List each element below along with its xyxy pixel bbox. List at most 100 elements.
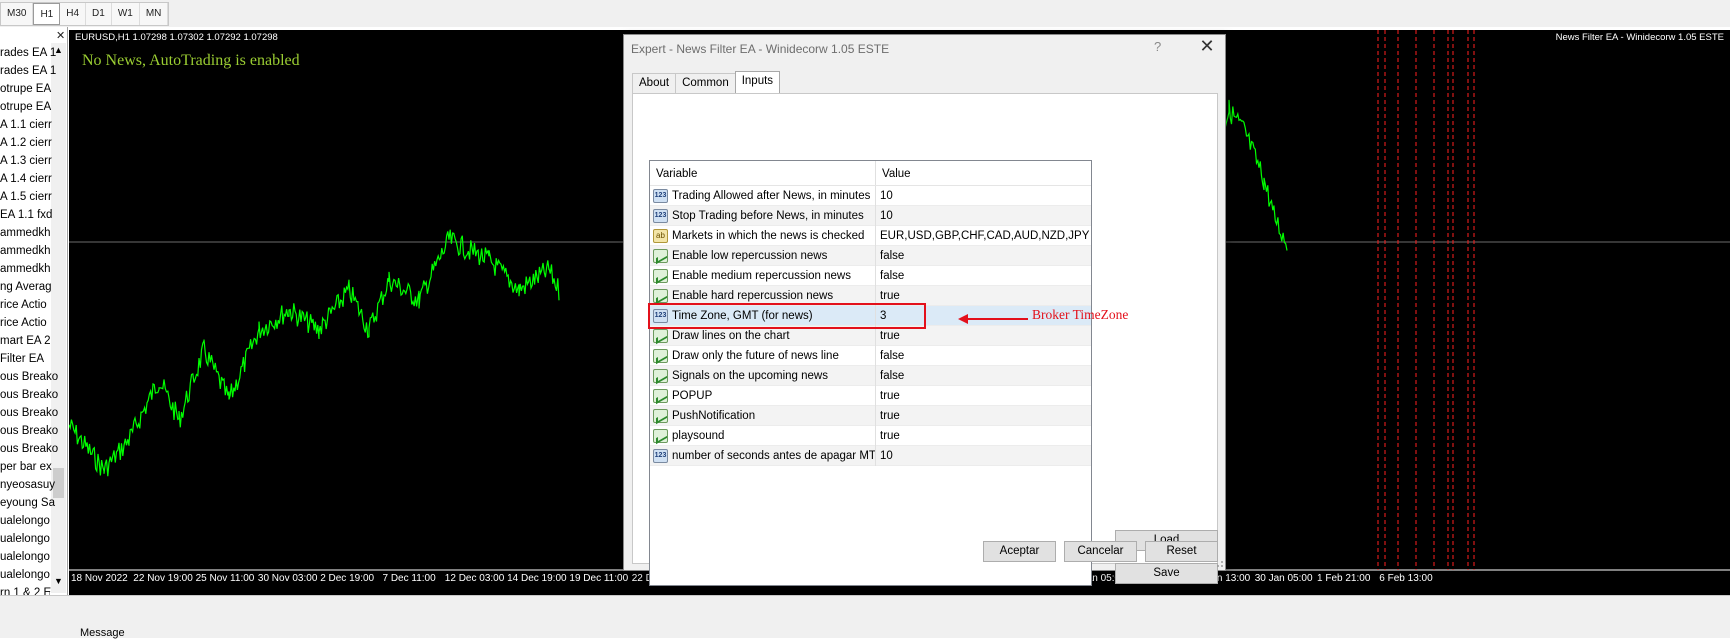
column-header-variable[interactable]: Variable xyxy=(650,161,876,185)
input-value-cell[interactable]: 10 xyxy=(876,450,1090,462)
input-row[interactable]: PushNotification true xyxy=(650,405,1091,426)
navigator-item[interactable]: ualelongo xyxy=(0,548,60,566)
input-variable-label: Draw lines on the chart xyxy=(672,329,790,342)
navigator-item[interactable]: per bar ex xyxy=(0,458,60,476)
time-axis-label: 18 Nov 2022 xyxy=(71,573,128,584)
navigator-item[interactable]: ous Breako xyxy=(0,368,60,386)
tab-about[interactable]: About xyxy=(632,73,677,93)
input-value-cell[interactable]: EUR,USD,GBP,CHF,CAD,AUD,NZD,JPY xyxy=(876,230,1090,242)
timeframe-w1-button[interactable]: W1 xyxy=(112,3,140,25)
input-value-cell[interactable]: false xyxy=(876,250,1090,262)
input-value-cell[interactable]: 10 xyxy=(876,190,1090,202)
navigator-item[interactable]: otrupe EA xyxy=(0,98,60,116)
navigator-item[interactable]: A 1.1 cierr xyxy=(0,116,60,134)
navigator-list: rades EA 1 rades EA 1 otrupe EA otrupe EA A … xyxy=(0,44,60,602)
input-row[interactable]: Signals on the upcoming news false xyxy=(650,365,1091,386)
input-row[interactable]: 123 Stop Trading before News, in minutes 1… xyxy=(650,205,1091,226)
input-value-cell[interactable]: true xyxy=(876,410,1090,422)
input-value-cell[interactable]: true xyxy=(876,390,1090,402)
resize-grip-icon[interactable] xyxy=(1214,558,1224,568)
navigator-item[interactable]: ous Breako xyxy=(0,422,60,440)
timeframe-mn-button[interactable]: MN xyxy=(140,3,169,25)
navigator-item[interactable]: rice Actio xyxy=(0,314,60,332)
input-row[interactable]: ab Markets in which the news is checked EU… xyxy=(650,225,1091,246)
inputs-panel: Variable Value 123 Trading Allowed after … xyxy=(632,93,1218,586)
navigator-item[interactable]: EA 1.1 fxd xyxy=(0,206,60,224)
navigator-item[interactable]: ous Breako xyxy=(0,440,60,458)
navigator-item[interactable]: ammedkh xyxy=(0,260,60,278)
input-variable-cell: playsound xyxy=(650,425,876,446)
navigator-item[interactable]: ammedkh xyxy=(0,242,60,260)
ea-label: News Filter EA - Winidecorw 1.05 ESTE xyxy=(1555,32,1724,43)
cancel-button[interactable]: Cancelar xyxy=(1064,541,1137,562)
navigator-item[interactable]: ous Breako xyxy=(0,386,60,404)
navigator-item[interactable]: otrupe EA xyxy=(0,80,60,98)
time-axis-label: 19 Dec 11:00 xyxy=(569,573,629,584)
number-type-icon: 123 xyxy=(653,188,668,203)
input-variable-label: playsound xyxy=(672,429,725,442)
input-variable-label: Draw only the future of news line xyxy=(672,349,839,362)
help-icon[interactable]: ? xyxy=(1154,39,1161,54)
navigator-item[interactable]: A 1.2 cierr xyxy=(0,134,60,152)
time-axis-label: 30 Jan 05:00 xyxy=(1254,573,1313,584)
time-axis-label: 1 Feb 21:00 xyxy=(1317,573,1371,584)
time-axis-label: 7 Dec 11:00 xyxy=(382,573,436,584)
navigator-item[interactable]: ng Averag xyxy=(0,278,60,296)
input-value-cell[interactable]: true xyxy=(876,330,1090,342)
time-axis-label: 12 Dec 03:00 xyxy=(444,573,505,584)
navigator-item[interactable]: rades EA 1 xyxy=(0,62,60,80)
input-row[interactable]: Enable medium repercussion news false xyxy=(650,265,1091,286)
navigator-item[interactable]: mart EA 2 xyxy=(0,332,60,350)
annotation-label: Broker TimeZone xyxy=(1032,307,1129,322)
time-axis-label: 14 Dec 19:00 xyxy=(507,573,567,584)
reset-button[interactable]: Reset xyxy=(1145,541,1218,562)
navigator-item[interactable]: A 1.3 cierr xyxy=(0,152,60,170)
timeframe-d1-button[interactable]: D1 xyxy=(86,3,112,25)
navigator-item[interactable]: A 1.5 cierr xyxy=(0,188,60,206)
input-variable-cell: Enable low repercussion news xyxy=(650,245,876,266)
time-axis-label: 30 Nov 03:00 xyxy=(257,573,318,584)
input-value-cell[interactable]: false xyxy=(876,350,1090,362)
input-row[interactable]: 123 number of seconds antes de apagar MT4… xyxy=(650,445,1091,466)
input-value-cell[interactable]: 10 xyxy=(876,210,1090,222)
input-value-cell[interactable]: true xyxy=(876,430,1090,442)
navigator-item[interactable]: ous Breako xyxy=(0,404,60,422)
navigator-close-icon[interactable]: ✕ xyxy=(56,29,65,42)
string-type-icon: ab xyxy=(653,228,668,243)
timeframe-m30-button[interactable]: M30 xyxy=(1,3,34,25)
input-row[interactable]: Draw lines on the chart true xyxy=(650,325,1091,346)
message-bar: Message xyxy=(0,595,1730,639)
input-value-cell[interactable]: false xyxy=(876,270,1090,282)
navigator-item[interactable]: rice Actio xyxy=(0,296,60,314)
boolean-type-icon xyxy=(653,368,668,383)
timeframe-h1-button[interactable]: H1 xyxy=(33,3,61,25)
column-header-value[interactable]: Value xyxy=(876,161,1090,185)
navigator-item[interactable]: eyoung Sa xyxy=(0,494,60,512)
timeframe-h4-button[interactable]: H4 xyxy=(60,3,87,25)
input-variable-label: POPUP xyxy=(672,389,713,402)
input-row[interactable]: Draw only the future of news line false xyxy=(650,345,1091,366)
time-axis-label: 2 Dec 19:00 xyxy=(320,573,375,584)
input-row[interactable]: playsound true xyxy=(650,425,1091,446)
input-row[interactable]: POPUP true xyxy=(650,385,1091,406)
input-value-cell[interactable]: true xyxy=(876,290,1090,302)
navigator-item[interactable]: ualelongo xyxy=(0,530,60,548)
input-variable-cell: 123 number of seconds antes de apagar MT4 xyxy=(650,445,876,466)
navigator-item[interactable]: ualelongo xyxy=(0,512,60,530)
navigator-item[interactable]: rades EA 1 xyxy=(0,44,60,62)
input-row[interactable]: Enable low repercussion news false xyxy=(650,245,1091,266)
input-row[interactable]: 123 Trading Allowed after News, in minute… xyxy=(650,185,1091,206)
tab-common[interactable]: Common xyxy=(675,73,736,93)
navigator-item[interactable]: Filter EA xyxy=(0,350,60,368)
close-icon[interactable]: ✕ xyxy=(1195,36,1219,57)
input-value-cell[interactable]: false xyxy=(876,370,1090,382)
navigator-item[interactable]: ualelongo xyxy=(0,566,60,584)
navigator-item[interactable]: nyeosasuy xyxy=(0,476,60,494)
save-button[interactable]: Save xyxy=(1115,563,1218,584)
accept-button[interactable]: Aceptar xyxy=(983,541,1056,562)
input-variable-label: Signals on the upcoming news xyxy=(672,369,828,382)
input-variable-cell: Enable medium repercussion news xyxy=(650,265,876,286)
navigator-item[interactable]: A 1.4 cierr xyxy=(0,170,60,188)
navigator-item[interactable]: ammedkh xyxy=(0,224,60,242)
tab-inputs[interactable]: Inputs xyxy=(734,71,781,93)
